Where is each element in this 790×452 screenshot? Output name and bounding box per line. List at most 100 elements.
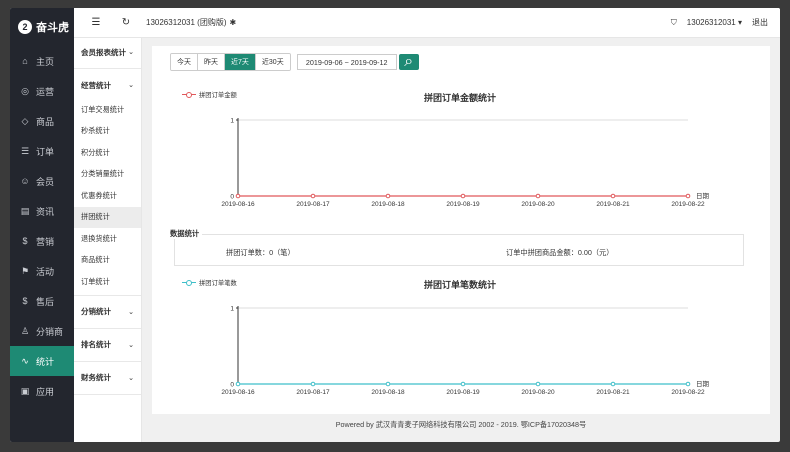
sidebar-item[interactable]: ∿ 统计 (10, 346, 74, 376)
sidebar-item[interactable]: ◇ 商品 (10, 106, 74, 136)
data-point (685, 381, 691, 387)
top-bar: ☰ ↻ 13026312031 (团购版) ✱ ⛉ 13026312031 ▾ … (74, 8, 780, 38)
subnav-group-title: 排名统计 (81, 340, 111, 349)
subnav-group-title: 会员报表统计 (81, 47, 126, 57)
sidebar-item[interactable]: ☺ 会员 (10, 166, 74, 196)
sidebar-item[interactable]: ◎ 运营 (10, 76, 74, 106)
y-tick-label: 1 (230, 306, 234, 313)
brand-name: 奋斗虎 (36, 22, 69, 34)
subnav-item[interactable]: 订单统计 (74, 271, 141, 293)
x-tick-label: 2019-08-16 (221, 389, 255, 396)
chevron-down-icon: ⌄ (128, 82, 134, 89)
brand-mark: 2 (18, 20, 32, 34)
settings-icon[interactable]: ✱ (230, 18, 237, 27)
brand-logo[interactable]: 2 奋斗虎 (10, 8, 74, 46)
subnav-group-header[interactable]: 分销统计 ⌄ (74, 298, 141, 326)
sidebar-item-icon: $ (22, 236, 28, 246)
stats-subnav: 会员报表统计 ⌄ 经营统计 ⌄ 订单交易统计 秒杀统计 积分统计 分类销量统计 优惠券统计 拼团统… (74, 38, 142, 442)
subnav-item[interactable]: 订单交易统计 (74, 99, 141, 121)
data-point (535, 381, 541, 387)
subnav-item[interactable]: 商品统计 (74, 250, 141, 272)
subnav-group-title: 分销统计 (81, 307, 111, 316)
subnav-divider (74, 327, 141, 329)
main-panel: 今天 昨天 近7天 近30天 2019-09-06 ~ 2019-09-12 ⌕ 拼团… (152, 46, 770, 414)
logout-link[interactable]: 退出 (752, 17, 768, 28)
chevron-down-icon: ⌄ (128, 49, 134, 56)
sidebar-item-label: 分销商 (36, 326, 64, 337)
subnav-divider (74, 294, 141, 296)
sidebar-item[interactable]: ▤ 资讯 (10, 196, 74, 226)
shirt-icon[interactable]: ⛉ (671, 18, 677, 28)
sidebar-item-icon: ◇ (21, 115, 29, 126)
user-label: 13026312031 (686, 18, 736, 27)
sidebar-item[interactable]: ♙ 分销商 (10, 316, 74, 346)
x-tick-label: 2019-08-17 (296, 389, 330, 396)
sidebar-item-icon: ♙ (20, 325, 30, 336)
subnav-divider (74, 393, 141, 395)
main-sidebar: 2 奋斗虎 ⌂ 主页 ◎ 运营 ◇ 商品 ☰ 订单 ☺ 会员 ▤ 资讯 $ 营销 ⚑ 活动 $ 售后 ♙ 分销商 ∿ 统计… (10, 8, 74, 442)
data-point (610, 381, 616, 387)
subnav-item[interactable]: 秒杀统计 (74, 121, 141, 143)
sidebar-item[interactable]: ⌂ 主页 (10, 46, 74, 76)
subnav-group-title: 经营统计 (81, 80, 111, 90)
subnav-item[interactable]: 拼团统计 (74, 206, 141, 228)
chevron-down-icon: ⌄ (128, 341, 134, 349)
sidebar-item-label: 应用 (36, 386, 55, 397)
y-tick-label: 0 (230, 382, 234, 389)
sidebar-item-label: 营销 (36, 236, 55, 247)
sidebar-item-icon: ⌂ (22, 56, 28, 66)
data-point (310, 381, 316, 387)
subnav-group-header[interactable]: 排名统计 ⌄ (74, 331, 141, 359)
sidebar-item-icon: ▤ (20, 205, 30, 216)
subnav-item[interactable]: 分类销量统计 (74, 164, 141, 186)
sidebar-item[interactable]: $ 营销 (10, 226, 74, 256)
subnav-group-header[interactable]: 经营统计 ⌄ (74, 71, 141, 99)
sidebar-item[interactable]: ⚑ 活动 (10, 256, 74, 286)
chevron-down-icon: ⌄ (128, 374, 134, 382)
subnav-item[interactable]: 积分统计 (74, 142, 141, 164)
data-point (235, 381, 241, 387)
sidebar-item-icon: ◎ (21, 85, 29, 96)
subnav-group-title: 财务统计 (81, 373, 111, 382)
subnav-divider (74, 68, 141, 69)
subnav-group-header[interactable]: 会员报表统计 ⌄ (74, 38, 141, 66)
sidebar-item-label: 活动 (36, 266, 55, 277)
sidebar-nav: ⌂ 主页 ◎ 运营 ◇ 商品 ☰ 订单 ☺ 会员 ▤ 资讯 $ 营销 ⚑ 活动 $ 售后 ♙ 分销商 ∿ 统计 ▣ 应用 (10, 46, 74, 406)
sidebar-item-label: 资讯 (36, 206, 55, 217)
sidebar-item[interactable]: ▣ 应用 (10, 376, 74, 406)
data-point (385, 381, 391, 387)
x-tick-label: 2019-08-20 (521, 389, 555, 396)
menu-toggle-icon[interactable]: ☰ (88, 17, 104, 28)
x-axis-label: 日期 (696, 380, 710, 388)
subnav-item[interactable]: 退换货统计 (74, 228, 141, 250)
sidebar-item-icon: ⚑ (20, 265, 30, 276)
sidebar-item-label: 订单 (36, 146, 55, 157)
sidebar-item-label: 会员 (36, 176, 55, 187)
subnav-divider (74, 360, 141, 362)
sidebar-item[interactable]: $ 售后 (10, 286, 74, 316)
sidebar-item-icon: $ (22, 296, 28, 306)
x-tick-label: 2019-08-22 (671, 389, 705, 396)
sidebar-item-label: 商品 (36, 116, 55, 127)
user-menu[interactable]: 13026312031 ▾ (687, 18, 742, 27)
store-account[interactable]: 13026312031 (团购版) ✱ (146, 17, 236, 28)
sidebar-item-icon: ▣ (20, 385, 30, 396)
subnav-item[interactable]: 优惠券统计 (74, 185, 141, 207)
sidebar-item[interactable]: ☰ 订单 (10, 136, 74, 166)
subnav-group-header[interactable]: 财务统计 ⌄ (74, 364, 141, 392)
app-window: 2 奋斗虎 ⌂ 主页 ◎ 运营 ◇ 商品 ☰ 订单 ☺ 会员 ▤ 资讯 $ 营销 ⚑ 活动 $ 售后 ♙ 分销商 ∿ 统计… (10, 8, 780, 442)
sidebar-item-icon: ∿ (21, 355, 29, 366)
refresh-icon[interactable]: ↻ (118, 17, 134, 28)
topbar-right: ⛉ 13026312031 ▾ 退出 (671, 17, 780, 28)
sidebar-item-label: 运营 (36, 86, 55, 97)
sidebar-item-icon: ☺ (20, 176, 30, 186)
store-account-label: 13026312031 (团购版) (146, 18, 227, 27)
count-chart: 0 1 2019-08-16 2019-08-17 2019-08-18 2019-08-… (221, 306, 710, 397)
chevron-down-icon: ⌄ (128, 308, 134, 316)
data-point (460, 381, 466, 387)
footer: Powered by 武汉青青麦子网络科技有限公司 2002 - 2019. 鄂… (335, 420, 587, 429)
x-tick-label: 2019-08-21 (596, 389, 630, 396)
x-tick-label: 2019-08-18 (371, 389, 405, 396)
dropdown-icon: ▾ (737, 18, 742, 27)
sidebar-item-label: 售后 (36, 296, 55, 307)
